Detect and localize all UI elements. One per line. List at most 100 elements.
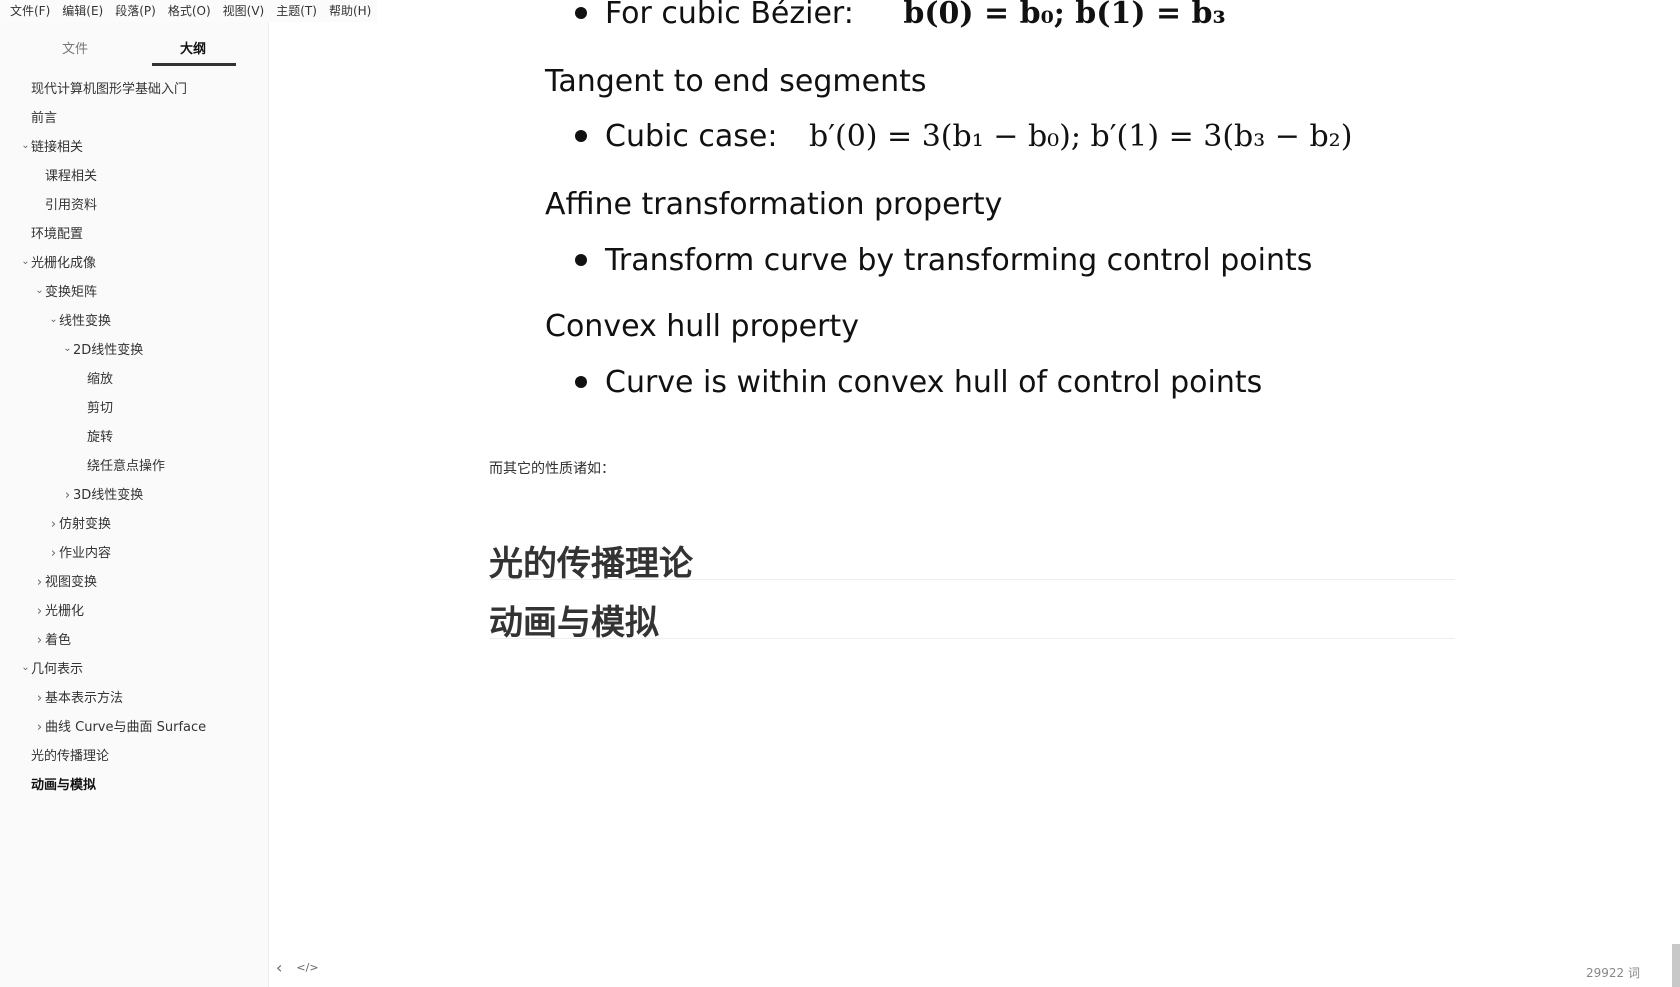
chevron-down-icon[interactable] xyxy=(34,284,45,304)
outline-item-label: 链接相关 xyxy=(31,140,84,155)
outline-item-label: 仿射变换 xyxy=(59,517,112,532)
menu-item[interactable]: 主题(T) xyxy=(270,0,323,22)
outline-item-label: 几何表示 xyxy=(31,662,84,677)
outline-item[interactable]: 剪切 xyxy=(76,399,113,419)
outline-item-label: 绕任意点操作 xyxy=(87,459,166,474)
scrollbar-thumb[interactable] xyxy=(1672,944,1680,987)
slide-bullet-convex: Curve is within convex hull of control p… xyxy=(575,365,1262,400)
heading-light-propagation[interactable]: 光的传播理论 xyxy=(489,536,693,585)
slide-heading-tangent: Tangent to end segments xyxy=(545,64,927,99)
outline-item[interactable]: 链接相关 xyxy=(20,138,83,158)
outline-item-label: 光栅化 xyxy=(45,604,85,619)
chevron-down-icon[interactable] xyxy=(62,342,73,362)
slide-bullet-cubic-bezier: For cubic Bézier: b(0) = b₀; b(1) = b₃ xyxy=(575,0,1226,31)
heading-divider xyxy=(489,638,1455,639)
active-tab-indicator xyxy=(152,63,236,66)
bullet-icon xyxy=(575,376,587,388)
sidebar: 文件 大纲 现代计算机图形学基础入门前言链接相关课程相关引用资料环境配置光栅化成… xyxy=(0,0,269,987)
sidebar-tabs: 文件 大纲 xyxy=(0,30,269,66)
outline-item-label: 课程相关 xyxy=(45,169,98,184)
slide-math: b(0) = b₀; b(1) = b₃ xyxy=(903,0,1226,31)
outline-item[interactable]: 课程相关 xyxy=(34,167,97,187)
outline-item-label: 动画与模拟 xyxy=(31,778,97,793)
outline-item-label: 2D线性变换 xyxy=(73,343,144,358)
chevron-down-icon[interactable] xyxy=(48,313,59,333)
outline-item[interactable]: 几何表示 xyxy=(20,660,83,680)
outline-item[interactable]: 引用资料 xyxy=(34,196,97,216)
outline-item[interactable]: 光栅化成像 xyxy=(20,254,96,274)
outline-item-label: 基本表示方法 xyxy=(45,691,124,706)
slide-bullet-text: For cubic Bézier: xyxy=(605,0,854,31)
outline-item[interactable]: 前言 xyxy=(20,109,57,129)
word-count[interactable]: 29922 词 xyxy=(1586,964,1640,981)
outline-item[interactable]: 光的传播理论 xyxy=(20,747,109,767)
outline-item[interactable]: 曲线 Curve与曲面 Surface xyxy=(34,718,206,738)
menu-item[interactable]: 格式(O) xyxy=(162,0,217,22)
slide-heading-affine: Affine transformation property xyxy=(545,187,1003,222)
outline-item[interactable]: 环境配置 xyxy=(20,225,83,245)
paragraph-text[interactable]: 而其它的性质诸如： xyxy=(489,458,615,478)
bullet-icon xyxy=(575,130,587,142)
outline-item[interactable]: 着色 xyxy=(34,631,71,651)
outline-item-label: 视图变换 xyxy=(45,575,98,590)
outline-item-label: 着色 xyxy=(45,633,72,648)
footer-left-controls: ‹ </> xyxy=(276,960,319,976)
outline-item-label: 剪切 xyxy=(87,401,114,416)
outline-item-label: 作业内容 xyxy=(59,546,112,561)
outline-item[interactable]: 旋转 xyxy=(76,428,113,448)
chevron-right-icon[interactable] xyxy=(34,602,45,623)
outline-item[interactable]: 动画与模拟 xyxy=(20,776,96,796)
tab-files[interactable]: 文件 xyxy=(62,38,88,57)
outline-item[interactable]: 现代计算机图形学基础入门 xyxy=(20,80,187,100)
outline-item[interactable]: 作业内容 xyxy=(48,544,111,564)
slide-bullet-text: Transform curve by transforming control … xyxy=(605,243,1313,278)
outline-item[interactable]: 光栅化 xyxy=(34,602,84,622)
bullet-icon xyxy=(575,7,587,19)
outline-item[interactable]: 绕任意点操作 xyxy=(76,457,165,477)
menu-item[interactable]: 段落(P) xyxy=(109,0,162,22)
slide-bullet-transform: Transform curve by transforming control … xyxy=(575,243,1312,278)
outline-item[interactable]: 线性变换 xyxy=(48,312,111,332)
outline-item-label: 前言 xyxy=(31,111,58,126)
chevron-down-icon[interactable] xyxy=(20,139,31,159)
outline-item-label: 变换矩阵 xyxy=(45,285,98,300)
heading-divider xyxy=(489,579,1455,580)
outline-item[interactable]: 仿射变换 xyxy=(48,515,111,535)
outline-item[interactable]: 基本表示方法 xyxy=(34,689,123,709)
outline-item[interactable]: 3D线性变换 xyxy=(62,486,143,506)
menubar: 文件(F) 编辑(E) 段落(P) 格式(O) 视图(V) 主题(T) 帮助(H) xyxy=(0,0,378,22)
chevron-right-icon[interactable] xyxy=(62,486,73,507)
chevron-right-icon[interactable] xyxy=(34,689,45,710)
outline-item-label: 光栅化成像 xyxy=(31,256,97,271)
source-code-mode-icon[interactable]: </> xyxy=(296,961,318,975)
slide-bullet-text: Curve is within convex hull of control p… xyxy=(605,365,1263,400)
menu-item[interactable]: 视图(V) xyxy=(217,0,271,22)
menu-item[interactable]: 文件(F) xyxy=(4,0,56,22)
outline-item-label: 光的传播理论 xyxy=(31,749,110,764)
slide-bullet-text: Cubic case: xyxy=(605,119,778,154)
chevron-down-icon[interactable] xyxy=(20,661,31,681)
chevron-right-icon[interactable] xyxy=(48,544,59,565)
outline-item[interactable]: 视图变换 xyxy=(34,573,97,593)
chevron-right-icon[interactable] xyxy=(34,631,45,652)
outline-item[interactable]: 2D线性变换 xyxy=(62,341,143,361)
chevron-right-icon[interactable] xyxy=(34,573,45,594)
toggle-sidebar-icon[interactable]: ‹ xyxy=(276,960,282,976)
chevron-down-icon[interactable] xyxy=(20,255,31,275)
outline-item[interactable]: 变换矩阵 xyxy=(34,283,97,303)
chevron-right-icon[interactable] xyxy=(34,718,45,739)
outline-item-label: 曲线 Curve与曲面 Surface xyxy=(45,720,207,735)
slide-math: b′(0) = 3(b₁ − b₀); b′(1) = 3(b₃ − b₂) xyxy=(809,119,1353,154)
menu-item[interactable]: 帮助(H) xyxy=(323,0,377,22)
outline-item-label: 引用资料 xyxy=(45,198,98,213)
menu-item[interactable]: 编辑(E) xyxy=(56,0,109,22)
outline-item-label: 3D线性变换 xyxy=(73,488,144,503)
chevron-right-icon[interactable] xyxy=(48,515,59,536)
outline-item-label: 缩放 xyxy=(87,372,114,387)
slide-bullet-cubic-case: Cubic case: b′(0) = 3(b₁ − b₀); b′(1) = … xyxy=(575,119,1352,154)
outline-item[interactable]: 缩放 xyxy=(76,370,113,390)
outline-item-label: 旋转 xyxy=(87,430,114,445)
heading-animation-simulation[interactable]: 动画与模拟 xyxy=(489,595,659,644)
tab-outline[interactable]: 大纲 xyxy=(180,38,206,57)
outline-item-label: 现代计算机图形学基础入门 xyxy=(31,82,188,97)
